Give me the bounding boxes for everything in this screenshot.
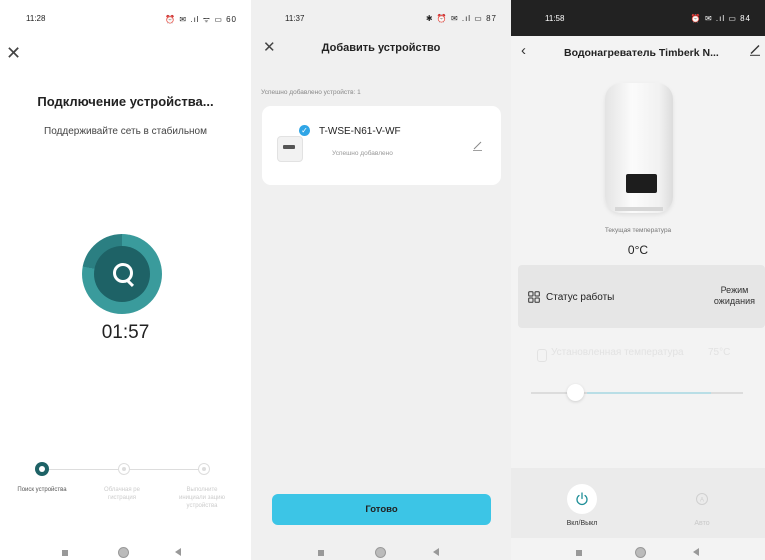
search-progress-ring [82, 234, 162, 314]
work-status-label: Статус работы [546, 292, 615, 303]
status-icons: ⏰ ✉ .ıl ᯤ ▭ 60 [165, 15, 237, 24]
add-device-screen: 11:37 ✱ ⏰ ✉ .ıl ▭ 87 ✕ Добавить устройст… [251, 0, 511, 560]
device-name: T-WSE-N61-V-WF [319, 126, 401, 137]
auto-label: Авто [694, 520, 710, 527]
grid-icon [528, 291, 540, 303]
step-label-cloud: Облачная ре гистрация [104, 487, 140, 501]
home-button[interactable] [375, 547, 386, 558]
status-time: 11:37 [285, 14, 305, 23]
back-button[interactable] [433, 548, 439, 556]
current-temp-value: 0°C [627, 243, 649, 257]
search-icon [113, 263, 133, 283]
work-status-value: Режим ожидания [713, 285, 755, 306]
status-time: 11:58 [545, 14, 565, 23]
auto-icon: A [696, 493, 708, 505]
check-icon: ✓ [299, 125, 310, 136]
current-temp-label: Текущая температура [604, 227, 672, 234]
set-temp-value: 75°C [708, 347, 731, 358]
page-title: Подключение устройства... [37, 94, 214, 109]
success-count-text: Успешно добавлено устройств: 1 [261, 89, 361, 96]
water-heater-image [605, 83, 673, 213]
recent-apps-button[interactable] [318, 550, 324, 556]
power-button[interactable] [567, 484, 597, 514]
device-thumbnail [277, 136, 303, 162]
home-button[interactable] [635, 547, 646, 558]
page-subtitle: Поддерживайте сеть в стабильном [44, 126, 207, 137]
recent-apps-button[interactable] [576, 550, 582, 556]
heater-display [626, 174, 657, 193]
step-dot-init [198, 463, 210, 475]
system-nav-bar [251, 538, 511, 560]
back-button[interactable] [175, 548, 181, 556]
step-label-search: Поиск устройства [17, 487, 67, 493]
page-title: Водонагреватель Timberk N... [564, 47, 719, 59]
power-label: Вкл/Выкл [566, 520, 598, 527]
power-icon [576, 492, 588, 506]
step-label-init: Выполните инициали зацию устройства [178, 487, 226, 509]
step-dot-cloud [118, 463, 130, 475]
device-status: Успешно добавлено [332, 150, 393, 157]
step-dot-search [35, 462, 49, 476]
set-temp-label: Установленная температура [551, 347, 684, 358]
edit-icon[interactable] [472, 140, 483, 151]
temp-slider-thumb[interactable] [567, 384, 584, 401]
countdown-timer: 01:57 [101, 322, 150, 343]
device-card[interactable]: ✓ T-WSE-N61-V-WF Успешно добавлено [262, 106, 501, 185]
status-icons: ⏰ ✉ .ıl ▭ 84 [690, 14, 751, 23]
thermometer-icon [537, 349, 547, 362]
status-bar: 11:37 ✱ ⏰ ✉ .ıl ▭ 87 [251, 0, 511, 36]
status-time: 11:28 [26, 14, 46, 23]
edit-icon[interactable] [749, 44, 761, 56]
temp-slider-fill [587, 392, 711, 394]
controls-bar [511, 468, 765, 538]
home-button[interactable] [118, 547, 129, 558]
work-status-card[interactable]: Статус работы Режим ожидания [518, 265, 765, 328]
status-bar: 11:58 ⏰ ✉ .ıl ▭ 84 [511, 0, 765, 36]
auto-button[interactable]: A [687, 484, 717, 514]
page-title: Добавить устройство [321, 42, 441, 54]
recent-apps-button[interactable] [62, 550, 68, 556]
svg-text:A: A [700, 498, 704, 504]
done-button[interactable]: Готово [272, 494, 491, 525]
back-icon[interactable]: ‹ [521, 42, 526, 59]
status-bar: 11:28 ⏰ ✉ .ıl ᯤ ▭ 60 [0, 0, 251, 36]
back-button[interactable] [693, 548, 699, 556]
system-nav-bar [0, 538, 251, 560]
close-icon[interactable]: ✕ [6, 43, 21, 64]
status-icons: ✱ ⏰ ✉ .ıl ▭ 87 [425, 14, 497, 23]
connecting-screen: 11:28 ⏰ ✉ .ıl ᯤ ▭ 60 ✕ Подключение устро… [0, 0, 251, 560]
system-nav-bar [511, 538, 765, 560]
device-control-screen: 11:58 ⏰ ✉ .ıl ▭ 84 ‹ Водонагреватель Tim… [511, 0, 765, 560]
